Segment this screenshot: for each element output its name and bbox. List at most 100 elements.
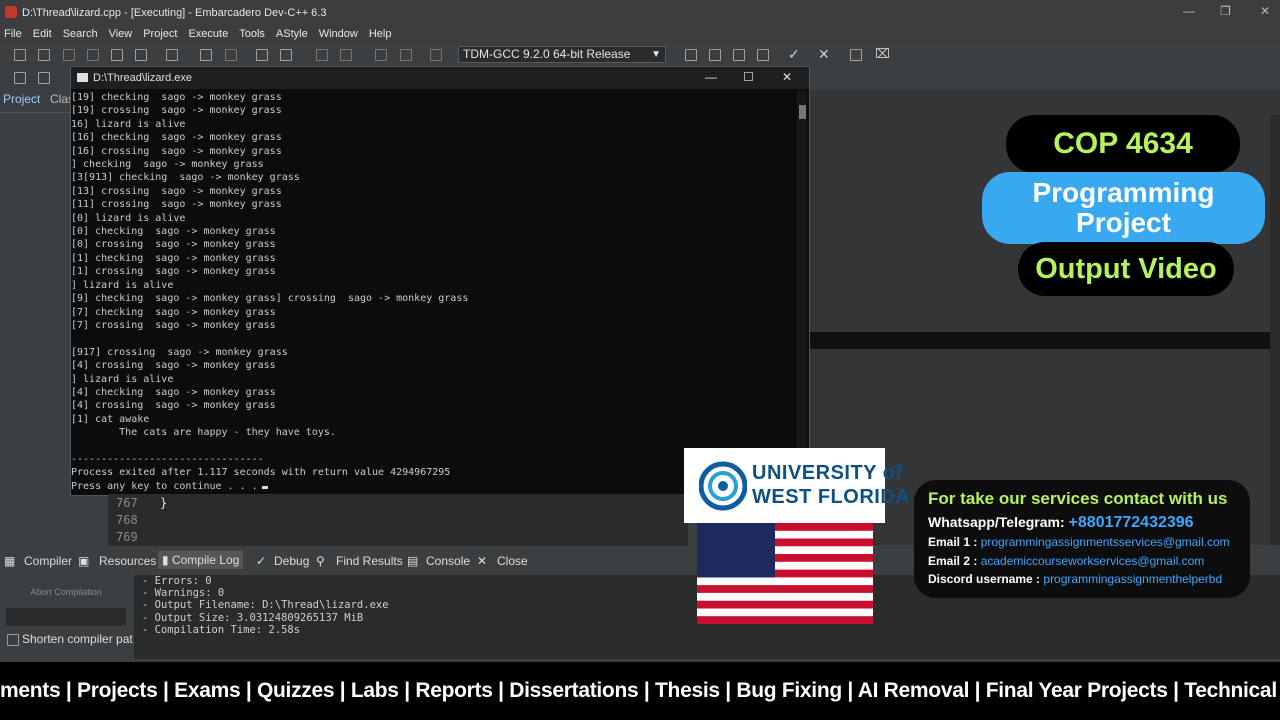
console-line: [19] checking sago -> monkey grass [71, 92, 282, 103]
tiles-icon[interactable] [757, 49, 769, 61]
tab-close[interactable]: Close [497, 554, 528, 568]
menu-execute[interactable]: Execute [188, 28, 228, 40]
close-tab-icon: ✕ [477, 554, 488, 568]
us-flag-icon [697, 523, 873, 624]
editor-scrollbar[interactable] [1270, 115, 1280, 545]
undo-icon[interactable] [316, 49, 328, 61]
menu-file[interactable]: File [4, 28, 22, 40]
email1-value[interactable]: programmingassignmentsservices@gmail.com [981, 535, 1230, 549]
goto-bookmark-icon[interactable] [400, 49, 412, 61]
maximize-icon[interactable]: ❐ [1220, 4, 1231, 18]
university-name-line1: UNIVERSITY of [752, 462, 903, 484]
services-ticker: ments | Projects | Exams | Quizzes | Lab… [0, 662, 1280, 720]
email2-label: Email 2 : [928, 554, 978, 568]
open-icon[interactable] [38, 49, 50, 61]
clear-icon[interactable]: ⌧ [875, 46, 890, 62]
console-minimize-icon[interactable]: — [705, 70, 717, 84]
console-line: [13] crossing sago -> monkey grass [71, 185, 282, 197]
find-results-tab-icon: ⚲ [316, 554, 325, 568]
console-line: [0] lizard is alive [71, 212, 186, 224]
compiler-select[interactable]: TDM-GCC 9.2.0 64-bit Release ▼ [458, 46, 666, 63]
whatsapp-row: Whatsapp/Telegram: +8801772432396 [928, 514, 1194, 532]
menu-project[interactable]: Project [143, 28, 177, 40]
menu-help[interactable]: Help [369, 28, 392, 40]
resources-tab-icon: ▣ [78, 554, 90, 568]
cross-icon[interactable]: ✕ [818, 46, 830, 63]
tab-compile-log-label: Compile Log [171, 553, 240, 567]
tab-compiler[interactable]: Compiler [24, 554, 72, 568]
save-all-icon[interactable] [87, 49, 99, 61]
redo-icon[interactable] [340, 49, 352, 61]
console-tab-icon: ▤ [407, 554, 419, 568]
discord-value[interactable]: programmingassignmenthelperbd [1043, 572, 1222, 586]
console-line: The cats are happy - they have toys. [71, 427, 336, 439]
menu-astyle[interactable]: AStyle [276, 28, 308, 40]
debug-tab-icon: ✓ [256, 554, 267, 568]
replace-icon[interactable] [225, 49, 237, 61]
shorten-label: Shorten compiler pat [22, 632, 133, 646]
menu-window[interactable]: Window [319, 28, 358, 40]
tab-resources[interactable]: Resources [99, 554, 156, 568]
code-line: } [160, 496, 168, 510]
close-icon[interactable]: ✕ [1260, 4, 1270, 18]
project-line-1: Programming [1032, 177, 1215, 208]
menu-tools[interactable]: Tools [239, 28, 265, 40]
close-file-icon[interactable] [111, 49, 123, 61]
menu-view[interactable]: View [109, 28, 133, 40]
tab-project[interactable]: Project [3, 92, 40, 106]
grid-icon[interactable] [685, 49, 697, 61]
compile-log-line: - Compilation Time: 2.58s [142, 623, 301, 636]
close-all-icon[interactable] [135, 49, 147, 61]
compile-log-icon: ▮ [162, 553, 172, 567]
calendar-icon[interactable] [733, 49, 745, 61]
bookmark-icon[interactable] [38, 72, 50, 84]
toggle-bookmark-icon[interactable] [375, 49, 387, 61]
print-icon[interactable] [166, 49, 178, 61]
scroll-thumb[interactable] [799, 105, 806, 119]
discord-row: Discord username : programmingassignment… [928, 572, 1222, 586]
minimize-icon[interactable]: — [1183, 4, 1195, 18]
output-video-badge: Output Video [1018, 242, 1234, 296]
tab-console[interactable]: Console [426, 554, 470, 568]
comment-icon[interactable] [430, 49, 442, 61]
email2-value[interactable]: academiccourseworkservices@gmail.com [981, 554, 1205, 568]
code-editor[interactable]: 767 } 768 769 [108, 494, 688, 546]
console-line: [0] checking sago -> monkey grass [71, 226, 276, 238]
console-close-icon[interactable]: ✕ [782, 70, 792, 84]
console-line: [1] checking sago -> monkey grass [71, 252, 276, 264]
compiler-select-value: TDM-GCC 9.2.0 64-bit Release [463, 47, 631, 61]
console-title: D:\Thread\lizard.exe [93, 72, 193, 84]
console-line: [4] checking sago -> monkey grass [71, 386, 276, 398]
console-line: [19] crossing sago -> monkey grass [71, 105, 282, 117]
unindent-icon[interactable] [280, 49, 292, 61]
line-number: 767 [116, 496, 138, 510]
class-browser-icon[interactable] [14, 72, 26, 84]
email2-row: Email 2 : academiccourseworkservices@gma… [928, 554, 1204, 568]
panel-divider [0, 112, 70, 113]
whatsapp-label: Whatsapp/Telegram: [928, 514, 1065, 530]
new-file-icon[interactable] [14, 49, 26, 61]
chart-icon[interactable] [850, 49, 862, 61]
whatsapp-value[interactable]: +8801772432396 [1069, 514, 1194, 531]
console-maximize-icon[interactable]: ☐ [743, 70, 754, 84]
tab-compile-log[interactable]: ▮ Compile Log [158, 551, 244, 569]
find-icon[interactable] [200, 49, 212, 61]
console-scrollbar[interactable] [797, 91, 807, 493]
menu-bar: File Edit Search View Project Execute Tools ASt… [0, 26, 1280, 44]
tab-debug[interactable]: Debug [274, 554, 309, 568]
check-icon[interactable]: ✓ [788, 46, 800, 63]
console-window[interactable]: D:\Thread\lizard.exe — ☐ ✕ [19] checking… [70, 66, 810, 496]
abort-compilation-button[interactable]: Abort Compilation [6, 583, 126, 601]
indent-icon[interactable] [256, 49, 268, 61]
email1-row: Email 1 : programmingassignmentsservices… [928, 535, 1230, 549]
menu-edit[interactable]: Edit [33, 28, 52, 40]
menu-search[interactable]: Search [63, 28, 98, 40]
console-line: [16] crossing sago -> monkey grass [71, 145, 282, 157]
console-line: [16] checking sago -> monkey grass [71, 132, 282, 144]
tab-find-results[interactable]: Find Results [336, 554, 403, 568]
progress-bar [6, 608, 126, 626]
save-icon[interactable] [63, 49, 75, 61]
title-bar: D:\Thread\lizard.cpp - [Executing] - Emb… [0, 0, 1280, 26]
window-icon[interactable] [709, 49, 721, 61]
shorten-checkbox[interactable] [7, 634, 19, 646]
